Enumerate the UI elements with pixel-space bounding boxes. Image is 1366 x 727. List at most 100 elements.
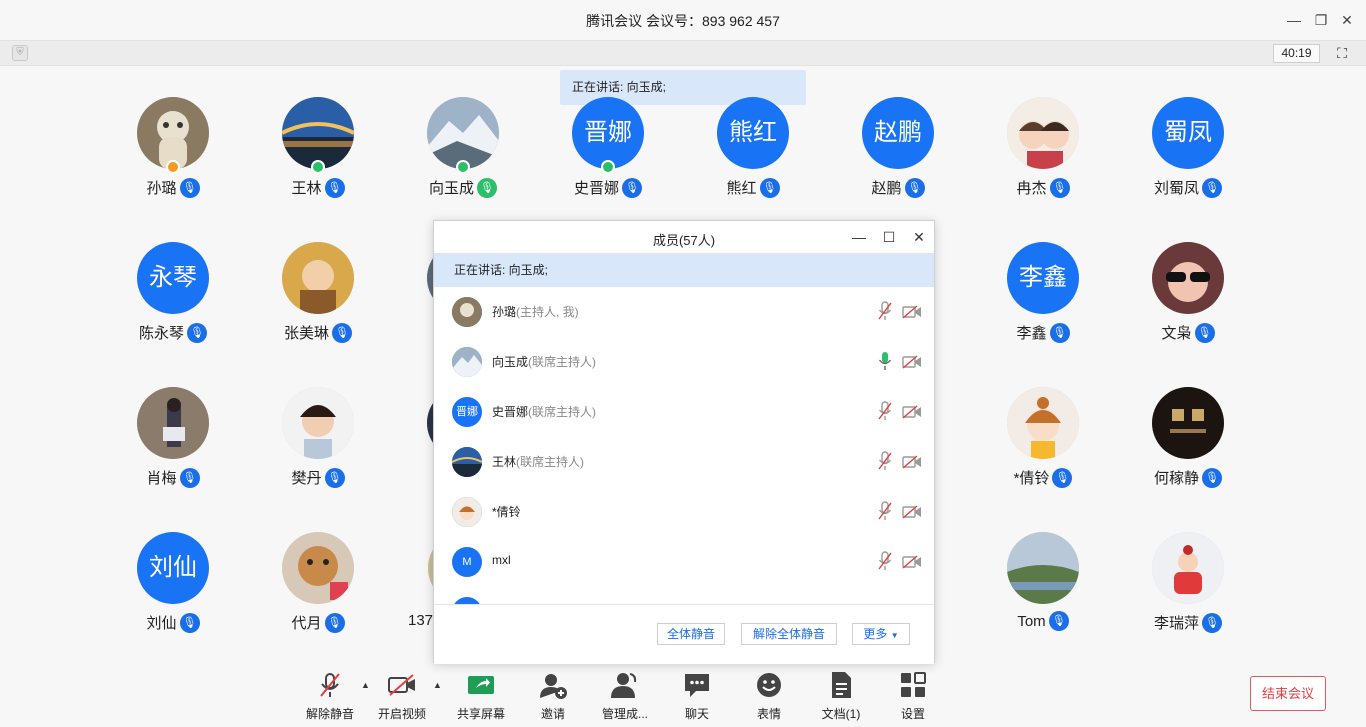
participant-name: Tom (1017, 612, 1046, 630)
camera-off-icon[interactable] (902, 405, 922, 419)
more-button[interactable]: 更多 ▼ (852, 623, 910, 645)
avatar (452, 497, 482, 527)
camera-off-icon[interactable] (902, 555, 922, 569)
participant-tile[interactable]: 孙璐 🎙 (103, 97, 243, 207)
mic-muted-icon[interactable] (878, 451, 892, 471)
mute-all-button[interactable]: 全体静音 (657, 623, 725, 645)
participant-tile[interactable]: Tom 🎙 (973, 532, 1113, 642)
mic-icon: 🎙 (187, 323, 207, 344)
end-meeting-button[interactable]: 结束会议 (1250, 676, 1326, 711)
participant-tile[interactable]: 熊红 熊红 🎙 (683, 97, 823, 207)
toolbar-label: 聊天 (684, 707, 709, 721)
share-screen-button[interactable]: 共享屏幕 (451, 670, 511, 722)
camera-off-icon[interactable] (902, 505, 922, 519)
participant-tile[interactable]: 何稼静 🎙 (1118, 387, 1258, 497)
member-name: *倩铃 (492, 505, 521, 519)
minimize-button[interactable]: — (1284, 10, 1304, 30)
avatar (1007, 532, 1079, 604)
window-title: 腾讯会议 会议号：893 962 457 (586, 13, 780, 29)
avatar: 晋娜 (572, 97, 644, 169)
video-options-caret-icon[interactable]: ▲ (433, 680, 443, 690)
mic-muted-icon[interactable] (878, 551, 892, 571)
panel-minimize-button[interactable]: — (850, 228, 868, 246)
mic-icon: 🎙 (1052, 468, 1073, 489)
participant-tile[interactable]: 晋娜 史晋娜 🎙 (538, 97, 678, 207)
member-row[interactable]: 孙璐(主持人, 我) (434, 287, 934, 337)
documents-button[interactable]: 文档(1) (811, 670, 871, 722)
mic-icon: 🎙 (1194, 323, 1215, 344)
member-row[interactable]: *倩铃 (434, 487, 934, 537)
participant-tile[interactable]: 蜀凤 刘蜀凤 🎙 (1118, 97, 1258, 207)
participant-tile[interactable]: 137 (360, 532, 436, 642)
more-label: 更多 (863, 627, 888, 641)
member-row[interactable] (434, 587, 934, 604)
avatar: 永琴 (137, 242, 209, 314)
participant-tile[interactable]: 赵鹏 赵鹏 🎙 (828, 97, 968, 207)
mic-icon: 🎙 (622, 178, 642, 199)
camera-off-icon (388, 674, 415, 696)
member-row[interactable]: 向玉成(联席主持人) (434, 337, 934, 387)
manage-members-button[interactable]: 管理成... (595, 670, 655, 722)
member-role: (主持人, 我) (516, 305, 579, 319)
camera-off-icon[interactable] (902, 305, 922, 319)
chat-button[interactable]: 聊天 (667, 670, 727, 722)
participant-tile[interactable]: 张美琳 🎙 (248, 242, 388, 352)
unmute-button[interactable]: 解除静音 (300, 670, 360, 722)
start-video-button[interactable]: 开启视频 (372, 670, 432, 722)
mic-icon: 🎙 (1049, 178, 1070, 199)
participant-tile[interactable] (393, 242, 433, 352)
member-row[interactable]: 王林(联席主持人) (434, 437, 934, 487)
mic-muted-icon[interactable] (878, 501, 892, 521)
panel-close-button[interactable]: ✕ (910, 228, 928, 246)
mic-icon: 🎙 (179, 468, 200, 489)
mic-active-icon[interactable] (878, 351, 892, 371)
unmute-all-button[interactable]: 解除全体静音 (741, 623, 837, 645)
avatar (1152, 242, 1224, 314)
camera-off-icon[interactable] (902, 355, 922, 369)
member-name: 史晋娜 (492, 405, 529, 419)
cohost-badge-icon (456, 160, 470, 174)
participant-tile[interactable]: 永琴 陈永琴 🎙 (103, 242, 243, 352)
participant-tile[interactable]: 刘仙 刘仙 🎙 (103, 532, 243, 642)
cohost-badge-icon (601, 160, 615, 174)
participant-tile[interactable]: 李鑫 李鑫 🎙 (973, 242, 1113, 352)
participant-name: 李瑞萍 (1153, 615, 1199, 632)
participant-tile[interactable] (393, 387, 433, 497)
chevron-down-icon: ▼ (890, 631, 899, 640)
mic-icon: 🎙 (1202, 178, 1222, 199)
settings-button[interactable]: 设置 (883, 670, 943, 722)
participant-name: 刘仙 (146, 615, 177, 632)
reactions-button[interactable]: 表情 (739, 670, 799, 722)
shield-icon[interactable]: ⛨ (12, 45, 28, 61)
member-name: mxl (492, 553, 511, 567)
mic-muted-icon[interactable] (878, 401, 892, 421)
member-row[interactable]: 晋娜 史晋娜(联席主持人) (434, 387, 934, 437)
members-panel: 成员(57人) — ☐ ✕ 正在讲话: 向玉成; 孙璐(主持人, 我) 向玉成(… (433, 220, 935, 664)
audio-options-caret-icon[interactable]: ▲ (361, 680, 371, 690)
participant-tile[interactable]: 冉杰 🎙 (973, 97, 1113, 207)
panel-speaking-indicator: 正在讲话: 向玉成; (434, 254, 934, 287)
mic-icon: 🎙 (1202, 613, 1222, 634)
participant-tile[interactable]: 向玉成 🎙 (393, 97, 533, 207)
mic-muted-icon[interactable] (878, 301, 892, 321)
member-row[interactable]: M mxl (434, 537, 934, 587)
participant-tile[interactable]: 文枭 🎙 (1118, 242, 1258, 352)
participant-tile[interactable]: 李瑞萍 🎙 (1118, 532, 1258, 642)
cohost-badge-icon (311, 160, 325, 174)
participant-tile[interactable]: 肖梅 🎙 (103, 387, 243, 497)
participant-tile[interactable]: 王林 🎙 (248, 97, 388, 207)
title-bar: 腾讯会议 会议号：893 962 457 — ❐ ✕ (0, 0, 1366, 40)
avatar: 熊红 (717, 97, 789, 169)
fullscreen-icon[interactable]: ⛶ (1333, 44, 1351, 62)
camera-off-icon[interactable] (902, 455, 922, 469)
mic-icon: 🎙 (1202, 468, 1222, 489)
participant-tile[interactable]: *倩铃 🎙 (973, 387, 1113, 497)
close-button[interactable]: ✕ (1337, 10, 1357, 30)
participant-tile[interactable]: 樊丹 🎙 (248, 387, 388, 497)
host-badge-icon (166, 160, 180, 174)
restore-button[interactable]: ❐ (1311, 10, 1331, 30)
avatar (282, 97, 354, 169)
panel-maximize-button[interactable]: ☐ (880, 228, 898, 246)
invite-button[interactable]: 邀请 (523, 670, 583, 722)
avatar (1152, 532, 1224, 604)
